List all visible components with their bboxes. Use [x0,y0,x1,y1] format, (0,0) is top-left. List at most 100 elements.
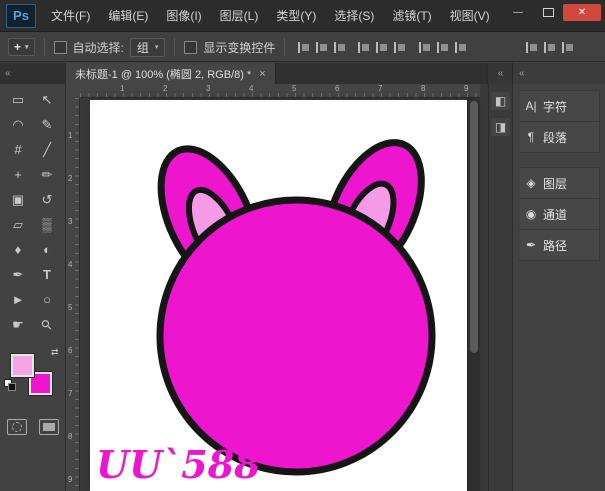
lasso-tool[interactable]: ◠ [4,112,33,137]
collapse-arrows-icon: « [5,68,10,79]
align-left-edges-icon[interactable] [357,42,370,53]
crop-tool[interactable]: # [4,137,33,162]
align-right-edges-icon[interactable] [393,42,406,53]
distribute-top-edges-icon[interactable] [525,42,538,53]
panel-button-paragraph[interactable]: ¶ 段落 [519,121,599,152]
panel-icon: ¶ [519,130,543,144]
collapsed-panel-rail: ◧◨ [488,84,512,491]
menu-item[interactable]: 图层(L) [211,0,268,32]
distribute-right-edges-icon[interactable] [454,42,467,53]
menu-item[interactable]: 视图(V) [441,0,499,32]
panel-button-layers[interactable]: ◈ 图层 [519,168,599,198]
ruler-number: 7 [66,389,80,432]
brush-tool[interactable]: ✏ [33,162,62,187]
auto-select-value: 组 [137,39,149,56]
distribute-vertical-centers-icon[interactable] [543,42,556,53]
menu-item[interactable]: 图像(I) [157,0,210,32]
hand-tool[interactable]: ☛ [4,312,33,337]
align-horizontal-centers-icon[interactable] [375,42,388,53]
ellipse-tool[interactable]: ○ [33,287,62,312]
tool-icon: ♦ [15,242,22,257]
move-tool[interactable]: ↖ [33,87,62,112]
restore-button[interactable] [533,4,563,21]
panel-button-channels[interactable]: ◉ 通道 [519,198,599,229]
clone-stamp-tool[interactable]: ▣ [4,187,33,212]
auto-select-dropdown[interactable]: 组 ▾ [130,38,166,57]
panel-icon: ◈ [519,176,543,190]
auto-select-checkbox[interactable] [54,41,67,54]
eyedropper-tool[interactable]: ╱ [33,137,62,162]
eraser-tool[interactable]: ▱ [4,212,33,237]
tool-icon: ↖ [42,92,53,108]
blur-tool[interactable]: ♦ [4,237,33,262]
panel-dock: A| 字符 ¶ 段落 ◈ 图层 ◉ 通道 ✒ 路径 [512,84,605,491]
show-transform-label: 显示变换控件 [203,39,275,56]
menu-list: 文件(F)编辑(E)图像(I)图层(L)类型(Y)选择(S)滤镜(T)视图(V) [42,0,499,32]
horizontal-ruler[interactable]: 123456789 [80,84,480,98]
tool-grid: ▭ ↖ ◠ ✎ # ╱ + ✏ ▣ ↺ [4,87,62,337]
spot-healing-brush-tool[interactable]: + [4,162,33,187]
quick-mask-icon[interactable] [7,419,27,435]
default-colors-icon[interactable] [4,379,17,392]
panel-button-character[interactable]: A| 字符 [519,91,599,121]
bunny-head[interactable] [160,200,432,472]
menu-item[interactable]: 类型(Y) [267,0,325,32]
panel-icon: ✒ [519,238,543,252]
canvas[interactable]: UU`588 [90,100,467,491]
align-vertical-centers-icon[interactable] [315,42,328,53]
align-top-edges-icon[interactable] [297,42,310,53]
menu-item[interactable]: 编辑(E) [99,0,157,32]
tool-icon: ▱ [13,217,23,233]
distribute-bottom-edges-icon[interactable] [561,42,574,53]
tool-icon: ◠ [12,117,23,133]
collapsed-panel-icon-2[interactable]: ◨ [491,118,510,136]
color-swatches: ⇄ [4,347,62,401]
panel-collapse[interactable]: « [512,63,605,84]
panel-button-paths[interactable]: ✒ 路径 [519,229,599,260]
distribute-horizontal-centers-icon[interactable] [436,42,449,53]
quick-selection-tool[interactable]: ✎ [33,112,62,137]
tool-preset-picker[interactable]: + ▾ [8,38,35,56]
chevron-down-icon: ▾ [25,43,29,51]
tool-icon: ✎ [42,117,53,133]
show-transform-checkbox[interactable] [184,41,197,54]
tool-icon: ► [12,292,25,307]
minimize-button[interactable]: — [503,4,533,21]
photoshop-logo: Ps [6,4,36,28]
vertical-ruler[interactable]: 123456789 [66,98,80,491]
toolbar-collapse[interactable]: « [0,63,66,84]
zoom-tool[interactable]: ⚲ [33,312,62,337]
tool-icon: ○ [43,292,51,307]
scrollbar-thumb[interactable] [470,101,478,353]
rail-collapse[interactable]: « [487,63,512,84]
ruler-number: 9 [66,475,80,491]
align-bottom-edges-icon[interactable] [333,42,346,53]
foreground-color-swatch[interactable] [11,354,34,377]
photoshop-window: Ps 文件(F)编辑(E)图像(I)图层(L)类型(Y)选择(S)滤镜(T)视图… [0,0,605,491]
panel-icon: ◨ [495,120,506,134]
collapsed-panel-icon-1[interactable]: ◧ [491,92,510,110]
tool-icon: ⚲ [38,315,56,333]
path-selection-tool[interactable]: ► [4,287,33,312]
type-tool[interactable]: T [33,262,62,287]
auto-select-label: 自动选择: [73,39,124,56]
menu-item[interactable]: 文件(F) [42,0,99,32]
close-button[interactable]: ✕ [563,4,601,21]
screen-mode-icon[interactable] [39,419,59,435]
tool-icon: T [43,267,51,282]
chevron-down-icon: ▾ [155,43,159,51]
distribute-left-edges-icon[interactable] [418,42,431,53]
history-brush-tool[interactable]: ↺ [33,187,62,212]
pen-tool[interactable]: ✒ [4,262,33,287]
document-tab[interactable]: 未标题-1 @ 100% (椭圆 2, RGB/8) * × [66,63,276,84]
rectangular-marquee-tool[interactable]: ▭ [4,87,33,112]
switch-colors-icon[interactable]: ⇄ [51,347,59,358]
vertical-scrollbar[interactable] [467,98,480,491]
tool-icon: ✏ [42,167,53,183]
menu-item[interactable]: 滤镜(T) [383,0,440,32]
tab-close-icon[interactable]: × [259,68,265,80]
gradient-tool[interactable]: ▒ [33,212,62,237]
menu-item[interactable]: 选择(S) [325,0,383,32]
document-tab-bar: « 未标题-1 @ 100% (椭圆 2, RGB/8) * × « « [0,63,605,84]
dodge-tool[interactable]: ◐ [33,237,62,262]
